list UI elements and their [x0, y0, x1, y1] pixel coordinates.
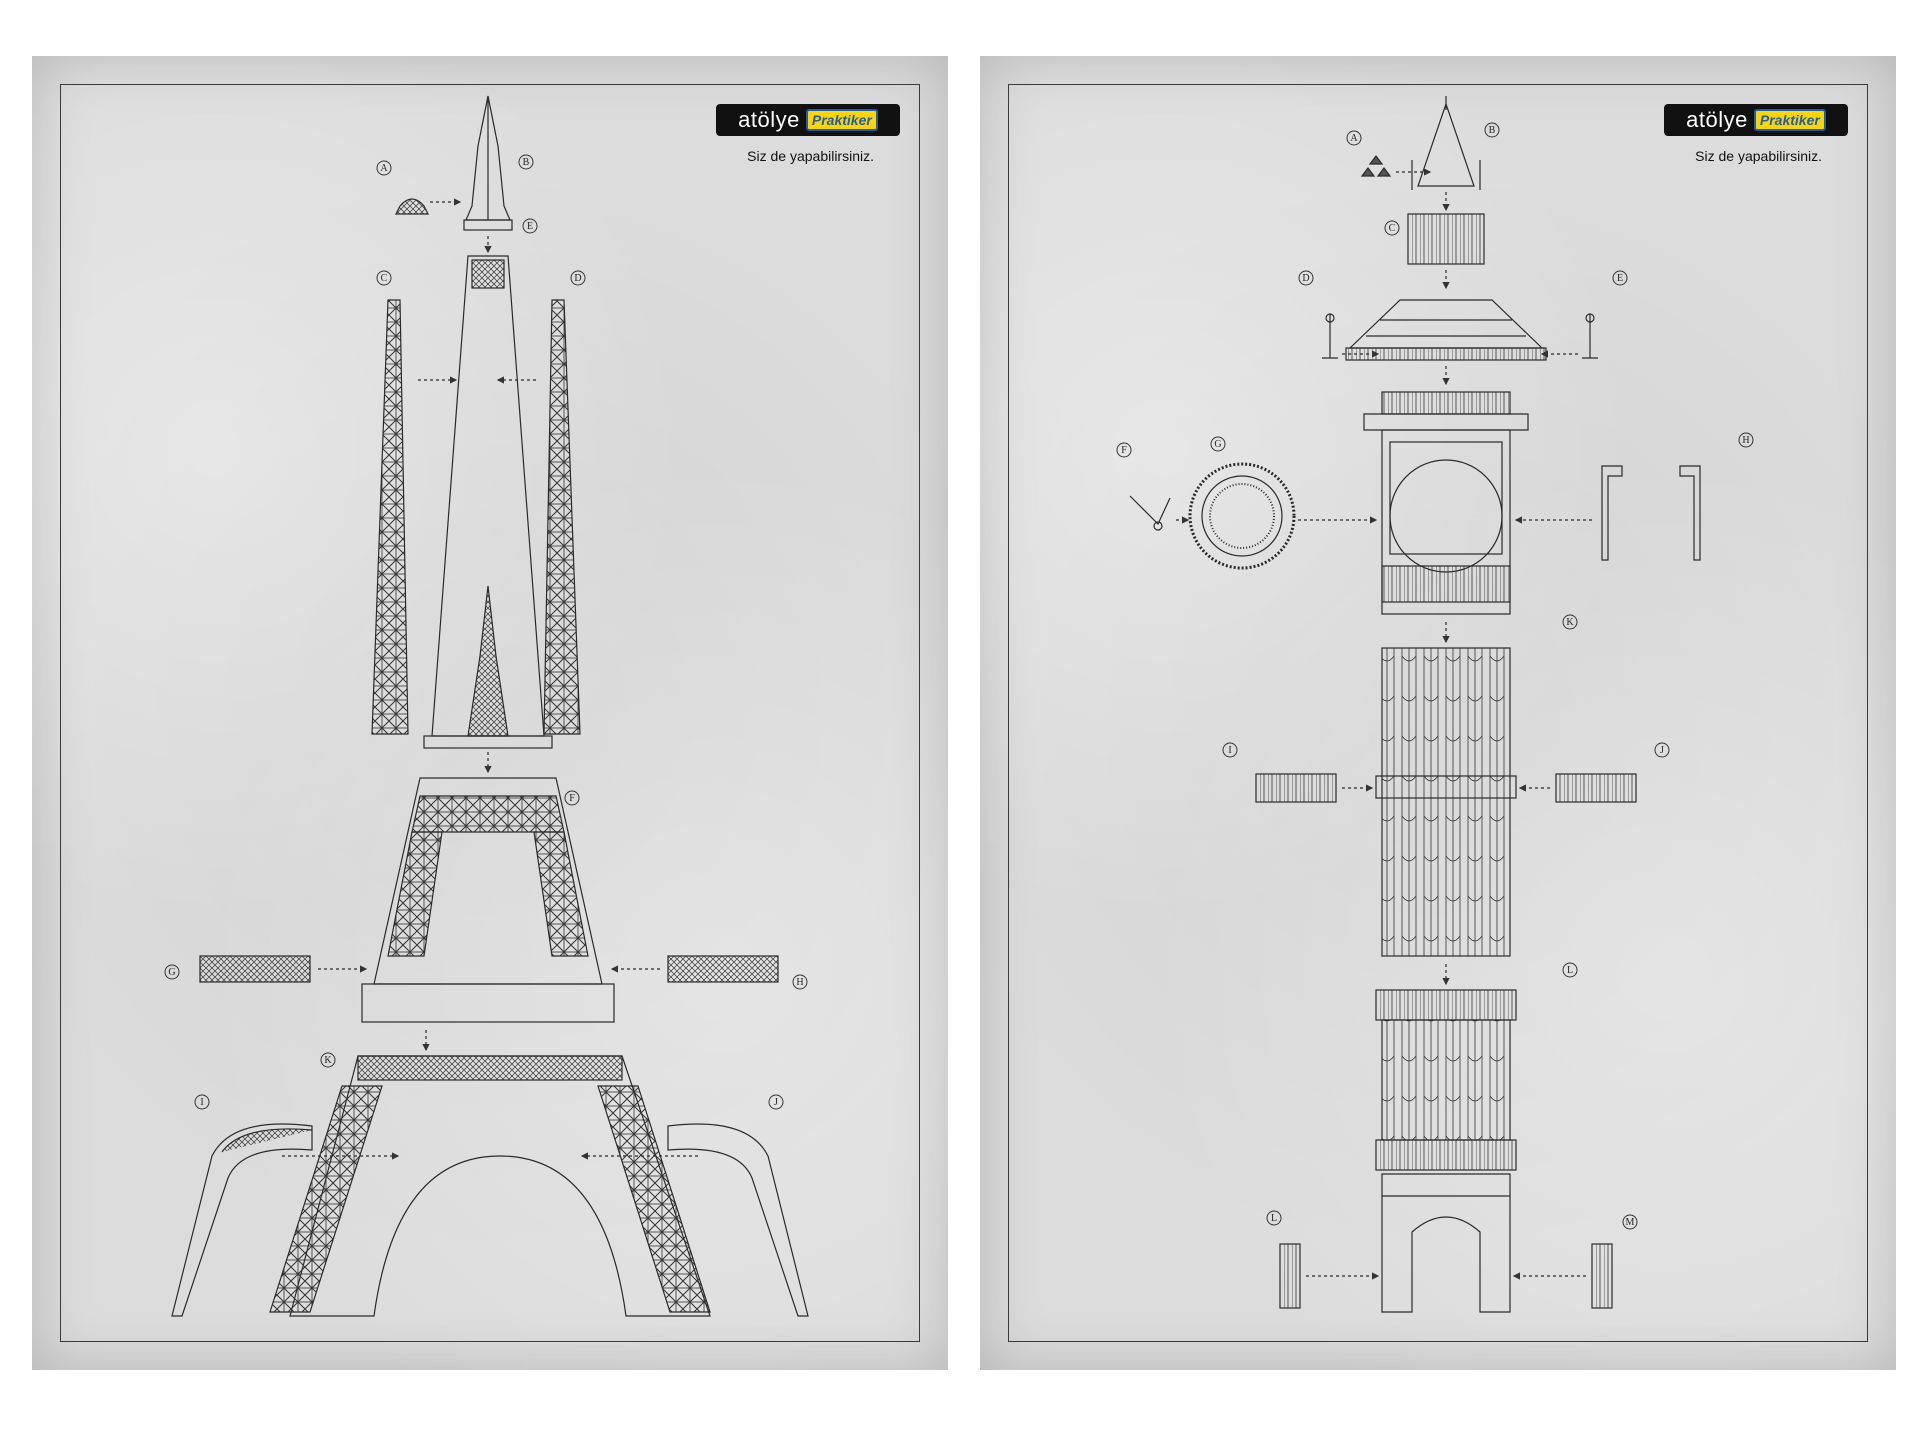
- svg-text:A: A: [1350, 133, 1358, 144]
- callout-k: K: [320, 1052, 336, 1068]
- svg-text:L: L: [1271, 1213, 1277, 1224]
- svg-text:F: F: [569, 793, 575, 804]
- bigben-part-f: [1129, 495, 1171, 531]
- bigben-clock-section: [1363, 391, 1529, 615]
- svg-text:B: B: [523, 157, 530, 168]
- eiffel-part-e: [423, 255, 553, 749]
- bigben-part-j: [1555, 773, 1637, 803]
- callout-c: C: [1384, 220, 1400, 236]
- svg-text:B: B: [1489, 125, 1496, 136]
- eiffel-part-b: [463, 95, 513, 231]
- callout-f: F: [564, 790, 580, 806]
- callout-b: B: [518, 154, 534, 170]
- callout-l-bottom: L: [1266, 1210, 1282, 1226]
- svg-text:J: J: [774, 1097, 778, 1108]
- svg-text:M: M: [1626, 1217, 1635, 1228]
- eiffel-poster: atölye Praktiker Siz de yapabilirsiniz.: [32, 56, 948, 1370]
- bigben-poster: atölye Praktiker Siz de yapabilirsiniz.: [980, 56, 1896, 1370]
- bigben-part-l: [1279, 1243, 1301, 1309]
- callout-g: G: [164, 964, 180, 980]
- svg-text:D: D: [1302, 273, 1309, 284]
- callout-a: A: [376, 160, 392, 176]
- svg-text:I: I: [200, 1097, 203, 1108]
- svg-text:E: E: [527, 221, 533, 232]
- eiffel-part-k: [269, 1055, 711, 1317]
- callout-b: B: [1484, 122, 1500, 138]
- bigben-part-b: [1411, 96, 1481, 190]
- callout-h: H: [792, 974, 808, 990]
- svg-text:L: L: [1567, 965, 1573, 976]
- svg-text:C: C: [1389, 223, 1396, 234]
- callout-l: L: [1562, 962, 1578, 978]
- callout-j: J: [768, 1094, 784, 1110]
- callout-k: K: [1562, 614, 1578, 630]
- svg-text:A: A: [380, 163, 388, 174]
- callout-a: A: [1346, 130, 1362, 146]
- svg-text:J: J: [1660, 745, 1664, 756]
- eiffel-part-h: [667, 955, 779, 983]
- svg-text:E: E: [1617, 273, 1623, 284]
- svg-text:G: G: [168, 967, 175, 978]
- callout-m: M: [1622, 1214, 1638, 1230]
- eiffel-part-f: [361, 777, 615, 1023]
- callout-j: J: [1654, 742, 1670, 758]
- eiffel-assembly-diagram: A B C D E F G H I J K: [164, 95, 809, 1317]
- callout-i: I: [1222, 742, 1238, 758]
- bigben-part-e: [1582, 313, 1598, 359]
- bigben-part-k: [1375, 647, 1517, 957]
- callout-d: D: [570, 270, 586, 286]
- svg-text:K: K: [324, 1055, 332, 1066]
- eiffel-part-g: [199, 955, 311, 983]
- bigben-part-l-section: [1375, 989, 1517, 1313]
- svg-text:I: I: [1228, 745, 1231, 756]
- bigben-part-c: [1407, 213, 1485, 265]
- bigben-roof: [1345, 299, 1547, 361]
- callout-d: D: [1298, 270, 1314, 286]
- callout-g: G: [1210, 436, 1226, 452]
- callout-e: E: [1612, 270, 1628, 286]
- bigben-part-g: [1188, 462, 1296, 570]
- svg-text:C: C: [381, 273, 388, 284]
- eiffel-part-c: [371, 299, 409, 735]
- svg-text:G: G: [1214, 439, 1221, 450]
- bigben-assembly-diagram: A B C D E F G H I J K L L M: [1116, 96, 1754, 1313]
- bigben-part-d: [1322, 313, 1338, 359]
- callout-e: E: [522, 218, 538, 234]
- bigben-part-m: [1591, 1243, 1613, 1309]
- callout-i: I: [194, 1094, 210, 1110]
- eiffel-part-d: [543, 299, 581, 735]
- callout-c: C: [376, 270, 392, 286]
- bigben-part-h: [1601, 465, 1701, 561]
- bigben-part-a: [1360, 155, 1392, 177]
- svg-text:D: D: [574, 273, 581, 284]
- eiffel-part-a: [395, 198, 429, 215]
- callout-h: H: [1738, 432, 1754, 448]
- callout-f: F: [1116, 442, 1132, 458]
- svg-text:K: K: [1566, 617, 1574, 628]
- bigben-part-i: [1255, 773, 1337, 803]
- svg-text:H: H: [1742, 435, 1749, 446]
- svg-text:F: F: [1121, 445, 1127, 456]
- svg-text:H: H: [796, 977, 803, 988]
